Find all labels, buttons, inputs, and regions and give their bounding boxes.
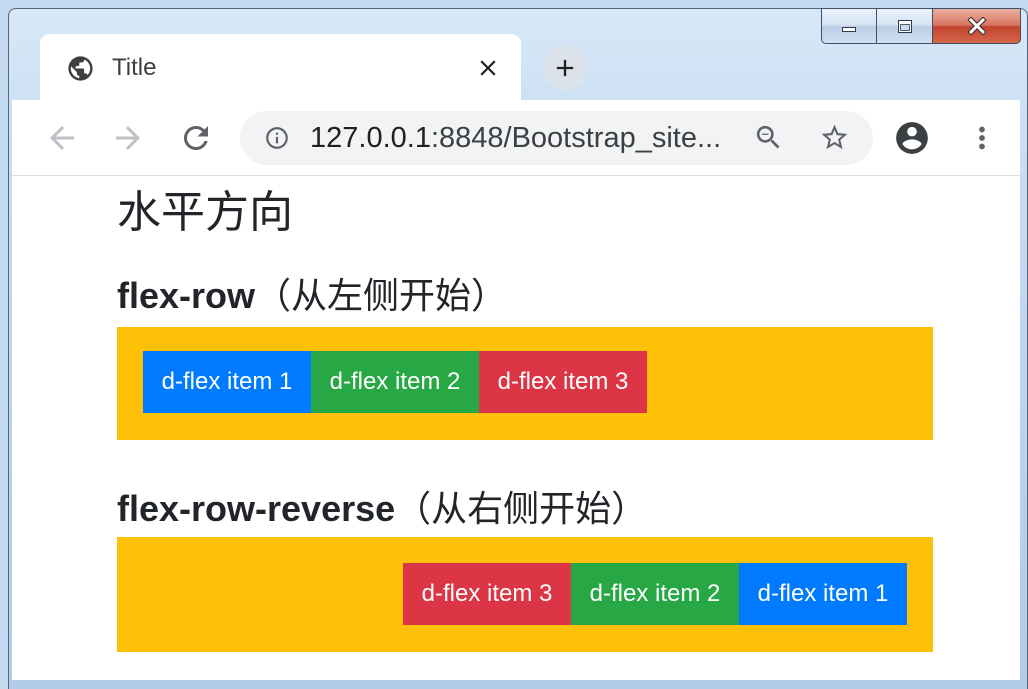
reload-icon [184,126,208,150]
reload-button[interactable] [178,120,214,156]
maximize-button[interactable] [876,8,933,44]
arrow-back-icon [50,126,74,150]
flex-item-2: d-flex item 2 [571,563,739,625]
plus-icon [556,59,574,77]
bookmark-button[interactable] [819,122,850,153]
maximize-icon [897,19,912,33]
close-window-button[interactable] [932,8,1021,44]
info-icon [266,127,288,149]
account-circle-icon [896,122,928,154]
section-title-code: flex-row-reverse [117,488,396,529]
tab-title: Title [112,54,157,81]
arrow-forward-icon [116,126,140,150]
page-heading: 水平方向 [117,188,293,237]
flex-item-2: d-flex item 2 [311,351,479,413]
flex-item-3: d-flex item 3 [403,563,571,625]
flex-item-1: d-flex item 1 [143,351,311,413]
section-title-flex-row-reverse: flex-row-reverse（从右侧开始） [117,487,647,531]
new-tab-button[interactable] [543,46,587,90]
close-tab-button[interactable] [475,55,501,81]
flex-row-reverse-container: d-flex item 1 d-flex item 2 d-flex item … [117,537,933,652]
flex-row-container: d-flex item 1 d-flex item 2 d-flex item … [117,327,933,440]
toolbar-divider [12,175,1020,176]
flex-item-3: d-flex item 3 [479,351,647,413]
forward-button[interactable] [110,120,146,156]
url-host: 127.0.0.1 [310,122,431,154]
back-button[interactable] [44,120,80,156]
kebab-menu-icon [979,126,985,150]
url-text[interactable]: 127.0.0.1:8848/Bootstrap_site... [310,118,721,158]
section-title-flex-row: flex-row（从左侧开始） [117,274,507,318]
minimize-icon [842,27,856,32]
profile-button[interactable] [893,119,931,157]
close-tab-icon [480,60,496,76]
minimize-button[interactable] [821,8,877,44]
zoom-out-icon [756,125,780,149]
zoom-button[interactable] [753,122,784,153]
star-icon [821,124,848,150]
section-title-desc: （从左侧开始） [255,275,508,316]
menu-button[interactable] [965,121,999,155]
site-info-button[interactable] [264,125,290,151]
section-title-code: flex-row [117,275,256,316]
window-caption-buttons [821,8,1021,44]
flex-item-1: d-flex item 1 [739,563,907,625]
section-title-desc: （从右侧开始） [395,488,648,529]
close-icon [966,17,987,35]
globe-icon [68,56,93,81]
url-path: :8848/Bootstrap_site... [430,122,722,154]
